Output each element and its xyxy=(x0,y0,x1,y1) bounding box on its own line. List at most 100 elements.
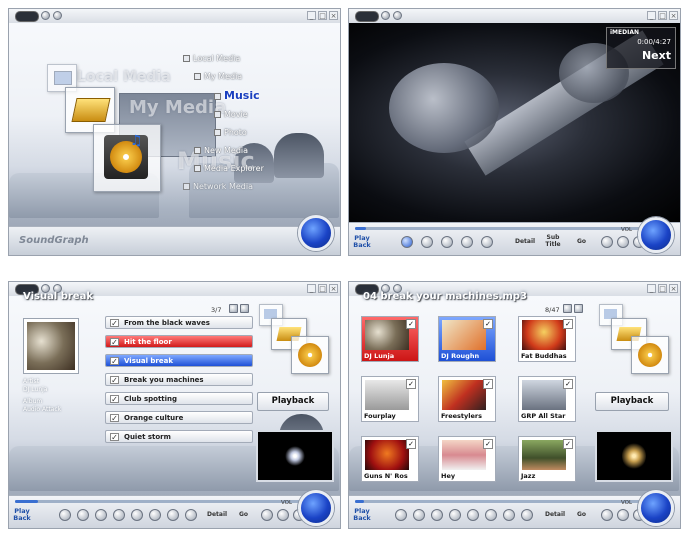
play-icon[interactable] xyxy=(59,509,71,521)
minimize-button[interactable]: _ xyxy=(647,284,656,293)
album-thumb[interactable]: ✓ Freestylers xyxy=(438,376,496,422)
collapse-icon[interactable] xyxy=(194,73,201,80)
music-tile[interactable] xyxy=(291,336,329,374)
menu-item-media-explorer[interactable]: Media Explorer xyxy=(194,164,264,173)
track-item[interactable]: ✓ Orange culture xyxy=(105,411,253,424)
previous-icon[interactable] xyxy=(485,509,497,521)
volume-down-icon[interactable] xyxy=(601,236,613,248)
album-thumb[interactable]: ✓ Jazz xyxy=(518,436,576,482)
play-back-button[interactable]: Play Back xyxy=(353,235,371,249)
fast-forward-icon[interactable] xyxy=(131,509,143,521)
scroll-up-icon[interactable] xyxy=(229,304,238,313)
volume-down-icon[interactable] xyxy=(261,509,273,521)
restore-button[interactable]: □ xyxy=(658,11,667,20)
detail-button[interactable]: Detail xyxy=(515,238,535,245)
repeat-icon[interactable] xyxy=(521,509,533,521)
playback-button[interactable]: Playback xyxy=(595,392,669,411)
expand-icon[interactable] xyxy=(194,147,201,154)
menu-item-movie[interactable]: Movie xyxy=(214,110,248,119)
scroll-down-icon[interactable] xyxy=(574,304,583,313)
album-thumb[interactable]: ✓ DJ Roughn xyxy=(438,316,496,362)
pause-icon[interactable] xyxy=(421,236,433,248)
scroll-up-icon[interactable] xyxy=(563,304,572,313)
go-button[interactable]: Go xyxy=(577,511,586,518)
titlebar-dot-icon[interactable] xyxy=(53,11,62,20)
menu-item-my-media[interactable]: My Media xyxy=(194,72,242,81)
close-button[interactable]: × xyxy=(669,284,678,293)
track-item[interactable]: ✓ Break you machines xyxy=(105,373,253,386)
detail-button[interactable]: Detail xyxy=(545,511,565,518)
track-item[interactable]: ✓ From the black waves xyxy=(105,316,253,329)
jog-dial-knob[interactable] xyxy=(638,217,674,253)
jog-dial-knob[interactable] xyxy=(298,215,334,251)
track-item[interactable]: ✓ Club spotting xyxy=(105,392,253,405)
titlebar-dot-icon[interactable] xyxy=(41,11,50,20)
album-art[interactable] xyxy=(23,318,79,374)
playback-button[interactable]: Playback xyxy=(257,392,329,411)
close-button[interactable]: × xyxy=(329,11,338,20)
menu-item-local-media[interactable]: Local Media xyxy=(183,54,240,63)
music-tile[interactable]: ♫ xyxy=(93,124,161,192)
volume-up-icon[interactable] xyxy=(277,509,289,521)
menu-item-photo[interactable]: Photo xyxy=(214,128,247,137)
album-thumb[interactable]: ✓ DJ Lunja xyxy=(361,316,419,362)
collapse-icon[interactable] xyxy=(183,55,190,62)
album-thumb[interactable]: ✓ Fat Buddhas xyxy=(518,316,576,362)
jog-dial-knob[interactable] xyxy=(638,490,674,526)
restore-button[interactable]: □ xyxy=(318,284,327,293)
track-item[interactable]: ✓ Hit the floor xyxy=(105,335,253,348)
next-icon[interactable] xyxy=(167,509,179,521)
visualizer-preview[interactable] xyxy=(595,430,673,482)
seek-bar[interactable] xyxy=(355,500,640,503)
jog-dial-knob[interactable] xyxy=(298,490,334,526)
minimize-button[interactable]: _ xyxy=(307,11,316,20)
seek-bar[interactable] xyxy=(15,500,300,503)
play-back-button[interactable]: Play Back xyxy=(13,508,31,522)
rewind-icon[interactable] xyxy=(449,509,461,521)
stop-icon[interactable] xyxy=(431,509,443,521)
play-back-button[interactable]: Play Back xyxy=(353,508,371,522)
detail-button[interactable]: Detail xyxy=(207,511,227,518)
rewind-icon[interactable] xyxy=(461,236,473,248)
expand-icon[interactable] xyxy=(183,183,190,190)
go-button[interactable]: Go xyxy=(239,511,248,518)
titlebar-dot-icon[interactable] xyxy=(393,11,402,20)
repeat-icon[interactable] xyxy=(185,509,197,521)
volume-up-icon[interactable] xyxy=(617,509,629,521)
play-icon[interactable] xyxy=(395,509,407,521)
music-tile[interactable] xyxy=(631,336,669,374)
album-thumb[interactable]: ✓ Hey xyxy=(438,436,496,482)
close-button[interactable]: × xyxy=(669,11,678,20)
expand-icon[interactable] xyxy=(194,165,201,172)
stop-icon[interactable] xyxy=(441,236,453,248)
stop-icon[interactable] xyxy=(95,509,107,521)
next-icon[interactable] xyxy=(503,509,515,521)
minimize-button[interactable]: _ xyxy=(307,284,316,293)
visualizer-preview[interactable] xyxy=(256,430,334,482)
album-thumb[interactable]: ✓ Guns N' Ros xyxy=(361,436,419,482)
titlebar-dot-icon[interactable] xyxy=(381,11,390,20)
menu-item-new-media[interactable]: New Media xyxy=(194,146,248,155)
menu-item-network-media[interactable]: Network Media xyxy=(183,182,253,191)
restore-button[interactable]: □ xyxy=(658,284,667,293)
close-button[interactable]: × xyxy=(329,284,338,293)
next-button[interactable]: Next xyxy=(642,49,671,62)
album-thumb[interactable]: ✓ GRP All Star xyxy=(518,376,576,422)
go-button[interactable]: Go xyxy=(577,238,586,245)
play-icon[interactable] xyxy=(401,236,413,248)
rewind-icon[interactable] xyxy=(113,509,125,521)
minimize-button[interactable]: _ xyxy=(647,11,656,20)
fast-forward-icon[interactable] xyxy=(467,509,479,521)
volume-up-icon[interactable] xyxy=(617,236,629,248)
album-thumb[interactable]: ✓ Fourplay xyxy=(361,376,419,422)
seek-bar[interactable] xyxy=(355,227,640,230)
volume-down-icon[interactable] xyxy=(601,509,613,521)
subtitle-button[interactable]: Sub Title xyxy=(545,234,561,248)
track-item[interactable]: ✓ Visual break xyxy=(105,354,253,367)
pause-icon[interactable] xyxy=(77,509,89,521)
previous-icon[interactable] xyxy=(149,509,161,521)
fast-forward-icon[interactable] xyxy=(481,236,493,248)
restore-button[interactable]: □ xyxy=(318,11,327,20)
track-item[interactable]: ✓ Quiet storm xyxy=(105,430,253,443)
pause-icon[interactable] xyxy=(413,509,425,521)
